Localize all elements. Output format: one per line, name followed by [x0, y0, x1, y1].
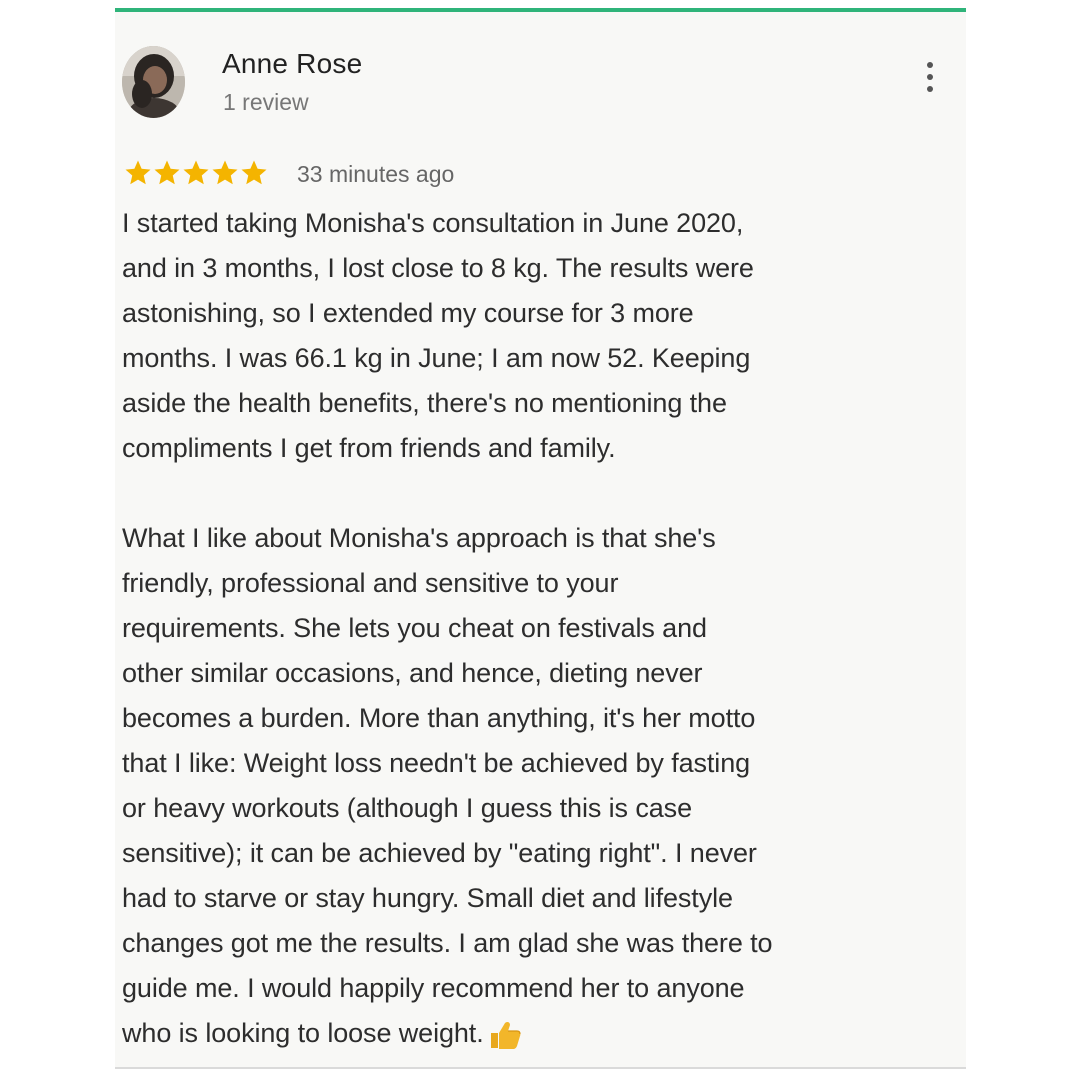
more-vertical-icon-dot: [927, 86, 933, 92]
star-rating: [123, 158, 268, 188]
star-icon: [241, 160, 267, 185]
review-time: 33 minutes ago: [297, 161, 455, 187]
review-paragraph: I started taking Monisha's consultation …: [122, 208, 754, 463]
card-bottom-border: [115, 1067, 966, 1069]
review-card: Anne Rose 1 review 33 minutes ago I star…: [115, 8, 966, 1069]
reviewer-name[interactable]: Anne Rose: [222, 48, 362, 80]
more-vertical-icon: [927, 62, 933, 68]
review-count: 1 review: [223, 89, 309, 115]
more-vertical-icon-dot: [927, 74, 933, 80]
star-icon: [183, 160, 209, 185]
review-paragraph: What I like about Monisha's approach is …: [122, 516, 922, 1056]
thumbs-up-icon: [488, 1019, 522, 1049]
review-paragraph-text: What I like about Monisha's approach is …: [122, 523, 773, 1048]
avatar[interactable]: [122, 46, 185, 118]
star-icon: [154, 160, 180, 185]
star-icon: [212, 160, 238, 185]
review-text: I started taking Monisha's consultation …: [122, 201, 922, 1056]
more-options-button[interactable]: [915, 58, 945, 98]
star-icon: [125, 160, 151, 185]
